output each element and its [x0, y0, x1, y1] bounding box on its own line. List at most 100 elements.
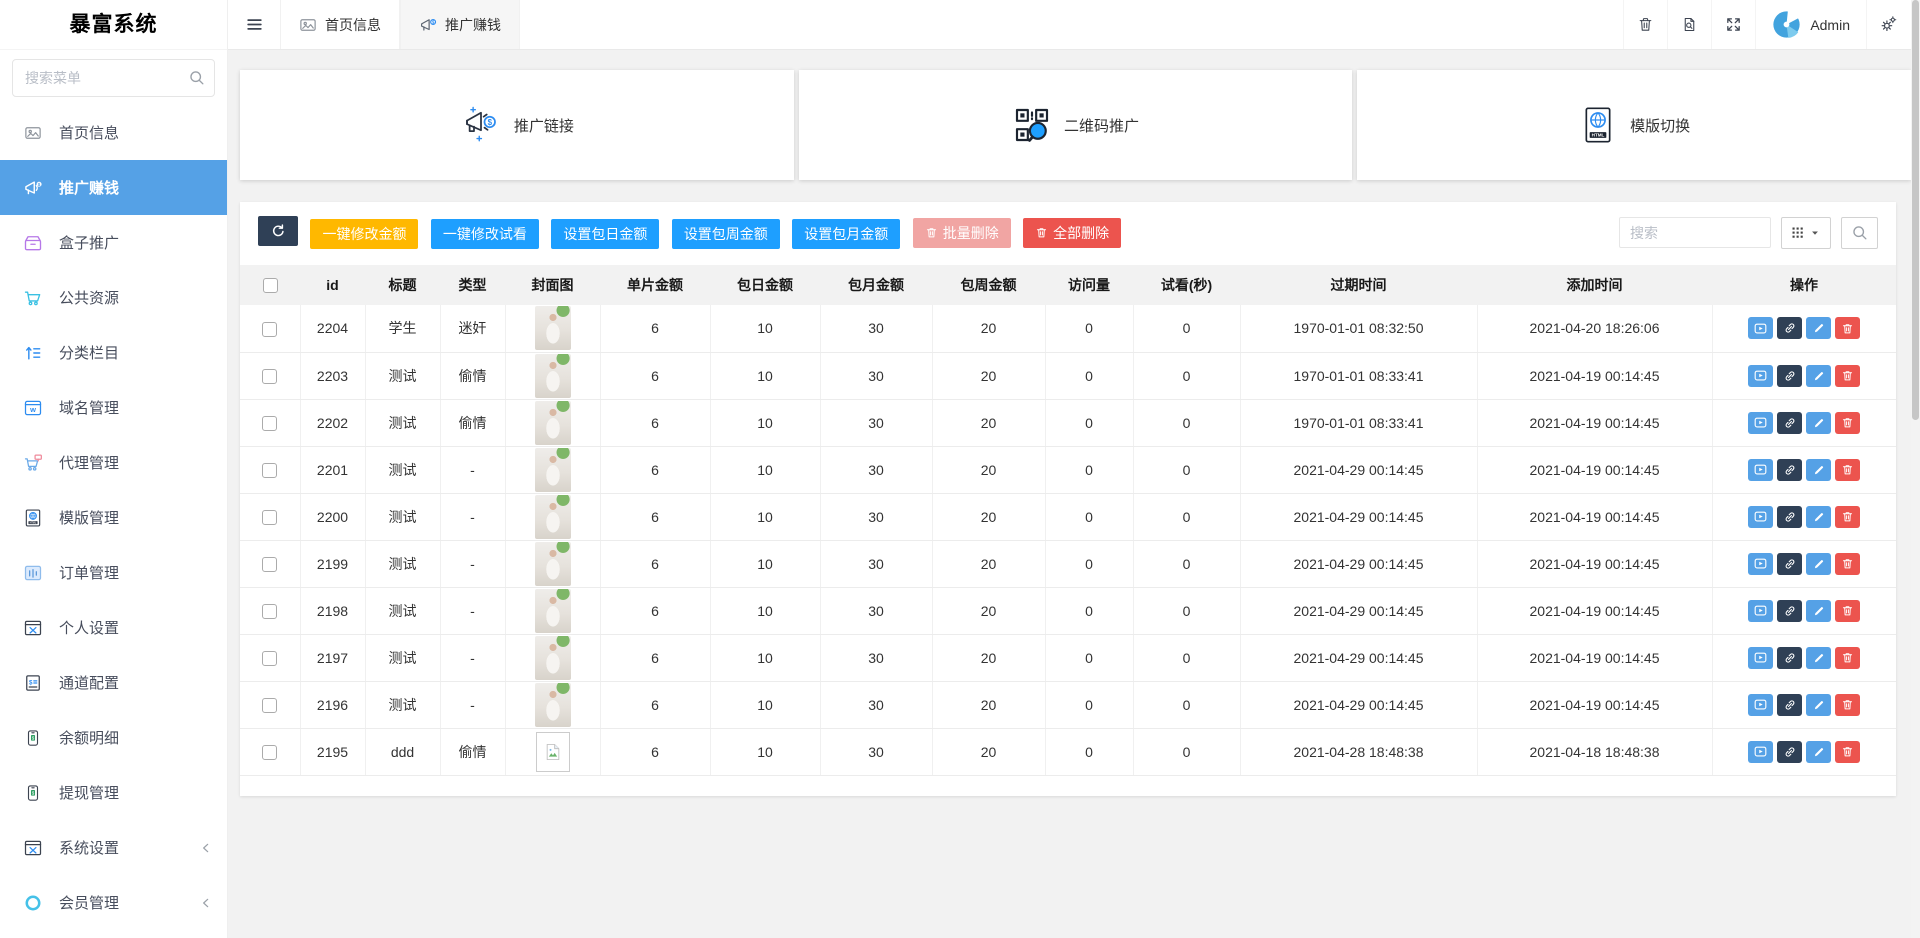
sidebar-item-system[interactable]: 系统设置: [0, 820, 227, 875]
column-toggle-button[interactable]: [1781, 217, 1831, 249]
sidebar-item-order[interactable]: 订单管理: [0, 545, 227, 600]
card-qrcode-promo[interactable]: 二维码推广: [799, 70, 1353, 180]
header-action-settings[interactable]: [1866, 0, 1910, 49]
select-all-checkbox[interactable]: [263, 278, 278, 293]
sidebar-item-template[interactable]: HTML 模版管理: [0, 490, 227, 545]
sidebar-item-channel[interactable]: $ 通道配置: [0, 655, 227, 710]
row-checkbox[interactable]: [262, 698, 277, 713]
row-video-button[interactable]: [1748, 600, 1773, 622]
row-edit-button[interactable]: [1806, 365, 1831, 387]
menu-toggle-button[interactable]: [228, 0, 280, 49]
sidebar-item-profile[interactable]: 个人设置: [0, 600, 227, 655]
sidebar-item-box-promo[interactable]: 盒子推广: [0, 215, 227, 270]
row-delete-button[interactable]: [1835, 412, 1860, 434]
row-link-button[interactable]: [1777, 741, 1802, 763]
row-link-button[interactable]: [1777, 412, 1802, 434]
refresh-button[interactable]: [258, 216, 298, 246]
row-checkbox[interactable]: [262, 510, 277, 525]
set-week-amount-button[interactable]: 设置包周金额: [672, 219, 780, 249]
row-link-button[interactable]: [1777, 694, 1802, 716]
sidebar-item-category[interactable]: 分类栏目: [0, 325, 227, 380]
video-play-icon: [1753, 509, 1768, 524]
header-action-fullscreen[interactable]: [1711, 0, 1755, 49]
row-checkbox[interactable]: [262, 604, 277, 619]
sidebar-item-public-res[interactable]: 公共资源: [0, 270, 227, 325]
tab-home-info[interactable]: 首页信息: [280, 0, 400, 49]
sidebar-item-balance[interactable]: $ 余额明细: [0, 710, 227, 765]
sidebar-item-withdraw[interactable]: $ 提现管理: [0, 765, 227, 820]
row-checkbox[interactable]: [262, 416, 277, 431]
row-edit-button[interactable]: [1806, 317, 1831, 339]
table-search-button[interactable]: [1841, 217, 1878, 249]
row-delete-button[interactable]: [1835, 647, 1860, 669]
scrollbar-thumb[interactable]: [1912, 0, 1919, 420]
row-video-button[interactable]: [1748, 412, 1773, 434]
row-checkbox[interactable]: [262, 322, 277, 337]
card-promo-link[interactable]: $ 推广链接: [240, 70, 794, 180]
trash-icon: [1841, 745, 1854, 758]
calculator-icon: $: [22, 673, 44, 693]
delete-all-button[interactable]: 全部删除: [1023, 218, 1121, 248]
row-video-button[interactable]: [1748, 694, 1773, 716]
row-delete-button[interactable]: [1835, 553, 1860, 575]
tab-promo-earn[interactable]: $ 推广赚钱: [400, 0, 520, 49]
row-delete-button[interactable]: [1835, 317, 1860, 339]
column-header-title: 标题: [365, 265, 440, 305]
set-day-amount-button[interactable]: 设置包日金额: [551, 219, 659, 249]
row-link-button[interactable]: [1777, 553, 1802, 575]
sidebar-item-promo-earn[interactable]: $ 推广赚钱: [0, 160, 227, 215]
row-video-button[interactable]: [1748, 553, 1773, 575]
header-action-trash[interactable]: [1623, 0, 1667, 49]
set-month-amount-button[interactable]: 设置包月金额: [792, 219, 900, 249]
sidebar-item-agent[interactable]: 代理管理: [0, 435, 227, 490]
row-checkbox[interactable]: [262, 369, 277, 384]
user-menu[interactable]: Admin: [1755, 0, 1866, 49]
row-video-button[interactable]: [1748, 741, 1773, 763]
row-link-button[interactable]: [1777, 459, 1802, 481]
row-edit-button[interactable]: [1806, 647, 1831, 669]
row-link-button[interactable]: [1777, 506, 1802, 528]
edit-preview-button[interactable]: 一键修改试看: [431, 219, 539, 249]
row-video-button[interactable]: [1748, 506, 1773, 528]
row-edit-button[interactable]: [1806, 412, 1831, 434]
cell-month-price: 30: [820, 446, 932, 493]
edit-amount-button[interactable]: 一键修改金额: [310, 219, 418, 249]
sidebar-item-domain[interactable]: w 域名管理: [0, 380, 227, 435]
cell-id: 2203: [300, 352, 365, 399]
row-checkbox[interactable]: [262, 463, 277, 478]
table-row: 2201 测试 - 6 10 30 20 0 0 2021-04-29 00:1…: [240, 446, 1896, 493]
row-link-button[interactable]: [1777, 365, 1802, 387]
row-delete-button[interactable]: [1835, 694, 1860, 716]
column-header-month_price: 包月金额: [820, 265, 932, 305]
row-delete-button[interactable]: [1835, 741, 1860, 763]
row-video-button[interactable]: [1748, 459, 1773, 481]
row-link-button[interactable]: [1777, 600, 1802, 622]
sidebar-search-input[interactable]: [12, 59, 215, 97]
row-delete-button[interactable]: [1835, 365, 1860, 387]
card-template-switch[interactable]: HTML 模版切换: [1357, 70, 1911, 180]
cell-add-time: 2021-04-20 18:26:06: [1477, 305, 1712, 352]
table-search-input[interactable]: [1619, 217, 1771, 248]
row-checkbox[interactable]: [262, 745, 277, 760]
sidebar-item-member[interactable]: 会员管理: [0, 875, 227, 930]
sidebar-item-home-info[interactable]: 首页信息: [0, 105, 227, 160]
row-link-button[interactable]: [1777, 647, 1802, 669]
batch-delete-button[interactable]: 批量删除: [913, 218, 1011, 248]
row-edit-button[interactable]: [1806, 506, 1831, 528]
row-checkbox[interactable]: [262, 651, 277, 666]
row-video-button[interactable]: [1748, 317, 1773, 339]
row-edit-button[interactable]: [1806, 600, 1831, 622]
row-video-button[interactable]: [1748, 365, 1773, 387]
cell-visits: 0: [1045, 728, 1133, 775]
row-edit-button[interactable]: [1806, 741, 1831, 763]
row-link-button[interactable]: [1777, 317, 1802, 339]
row-edit-button[interactable]: [1806, 459, 1831, 481]
row-checkbox[interactable]: [262, 557, 277, 572]
row-edit-button[interactable]: [1806, 694, 1831, 716]
row-video-button[interactable]: [1748, 647, 1773, 669]
header-action-clear-cache[interactable]: [1667, 0, 1711, 49]
row-delete-button[interactable]: [1835, 506, 1860, 528]
row-edit-button[interactable]: [1806, 553, 1831, 575]
row-delete-button[interactable]: [1835, 600, 1860, 622]
row-delete-button[interactable]: [1835, 459, 1860, 481]
